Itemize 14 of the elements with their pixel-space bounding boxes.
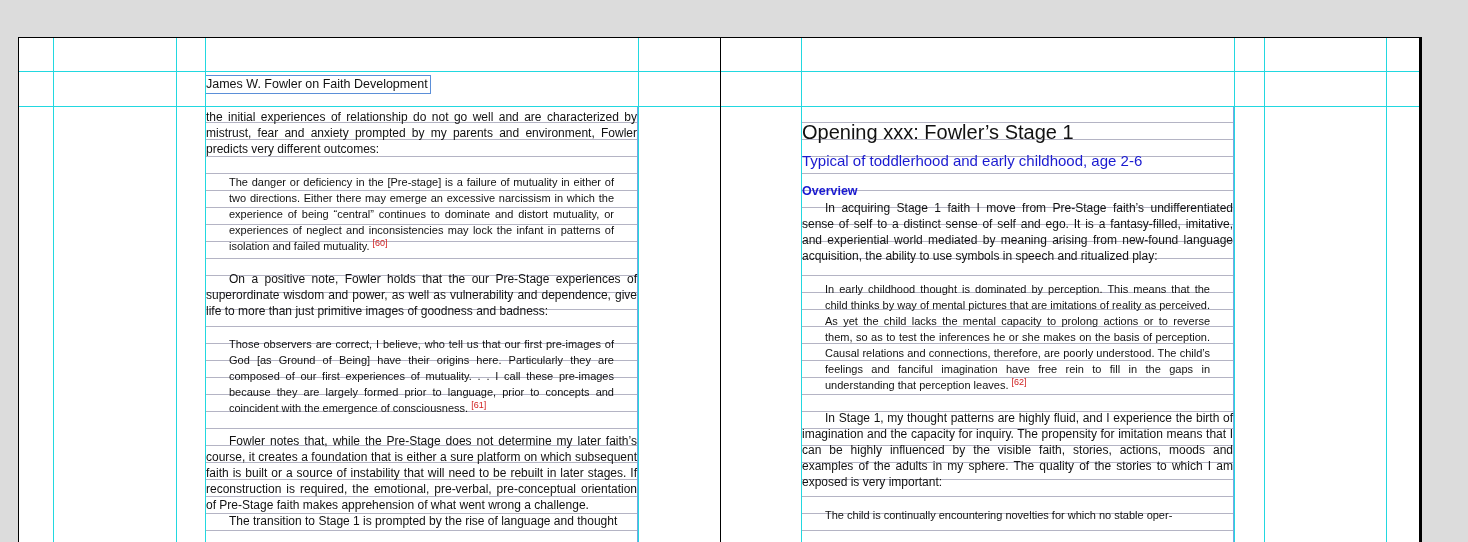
body-paragraph: On a positive note, Fowler holds that the our Pre-Stage experiences of superordinate wisdom and power, as well as vulnerability and dependence, give life to more than just primitive images of goodness and badness: [206, 271, 637, 319]
running-head: James W. Fowler on Faith Development [205, 75, 431, 94]
chapter-subtitle: Typical of toddlerhood and early childhood, age 2-6 [802, 151, 1144, 171]
body-paragraph: In acquiring Stage 1 faith I move from Pre-Stage faith’s undifferentiated sense of self to a distinct sense of self and ego. It is a fantasy-filled, imitative, and experiential world mediated by meaning arising from new-found language acquisition, the ability to use symbols in speech and ritualized play: [802, 200, 1233, 264]
chapter-title: Opening xxx: Fowler’s Stage 1 [802, 120, 1075, 145]
block-quote: The danger or deficiency in the [Pre-stage] is a failure of mutuality in either of two directions. Either there may emerge an excessive narcissism in which the experience of being “central” continues to dominate and distort mutuality, or experiences of neglect and inconsistencies may lock the infant in patterns of isolation and failed mutuality. $^{[60]}$ [229, 175, 614, 254]
body-paragraph: In Stage 1, my thought patterns are highly fluid, and I experience the birth of imagination and the capacity for inquiry. The propensity for imitation means that I can be highly influenced by the visible faith, stories, actions, moods and examples of the adults in my sphere. The quality of the stories to which I am exposed is very important: [802, 410, 1233, 490]
body-paragraph: The transition to Stage 1 is prompted by the rise of language and thought [228, 513, 619, 529]
block-quote: Those observers are correct, I believe, who tell us that our first pre-images of God [as Ground of Being] have their origins here. Particularly they are composed of our first experiences of mutuality. . . I call these pre-images because they are largely formed prior to language, prior to concepts and coincident with the emergence of consciousness. $^{[61]}$ [229, 337, 614, 416]
section-heading: Overview [802, 183, 859, 200]
body-paragraph: Fowler notes that, while the Pre-Stage does not determine my later faith’s course, it creates a foundation that is either a sure platform on which subsequent faith is built or a source of instability that will need to be rebuilt in later stages. If reconstruction is required, the emotional, pre-verbal, pre-conceptual orientation of Pre-Stage faith makes apprehension of what went wrong a challenge. [206, 433, 637, 513]
block-quote: The child is continually encountering novelties for which no stable oper- [825, 508, 1174, 523]
block-quote: In early childhood thought is dominated by perception. This means that the child thinks by way of mental pictures that are imitations of reality as perceived. As yet the child lacks the mental capacity to prolong actions or to reverse them, so as to test the inferences he or she makes on the basis of perception. Causal relations and connections, therefore, are poorly understood. The child’s feelings and fanciful imagination have free rein to fill in the gaps in understanding that perception leaves. $^{[62]}$ [825, 282, 1210, 393]
body-paragraph: the initial experiences of relationship do not go well and are characterized by mistrust, fear and anxiety prompted by my parents and environment, Fowler predicts very different outcomes: [206, 109, 637, 157]
